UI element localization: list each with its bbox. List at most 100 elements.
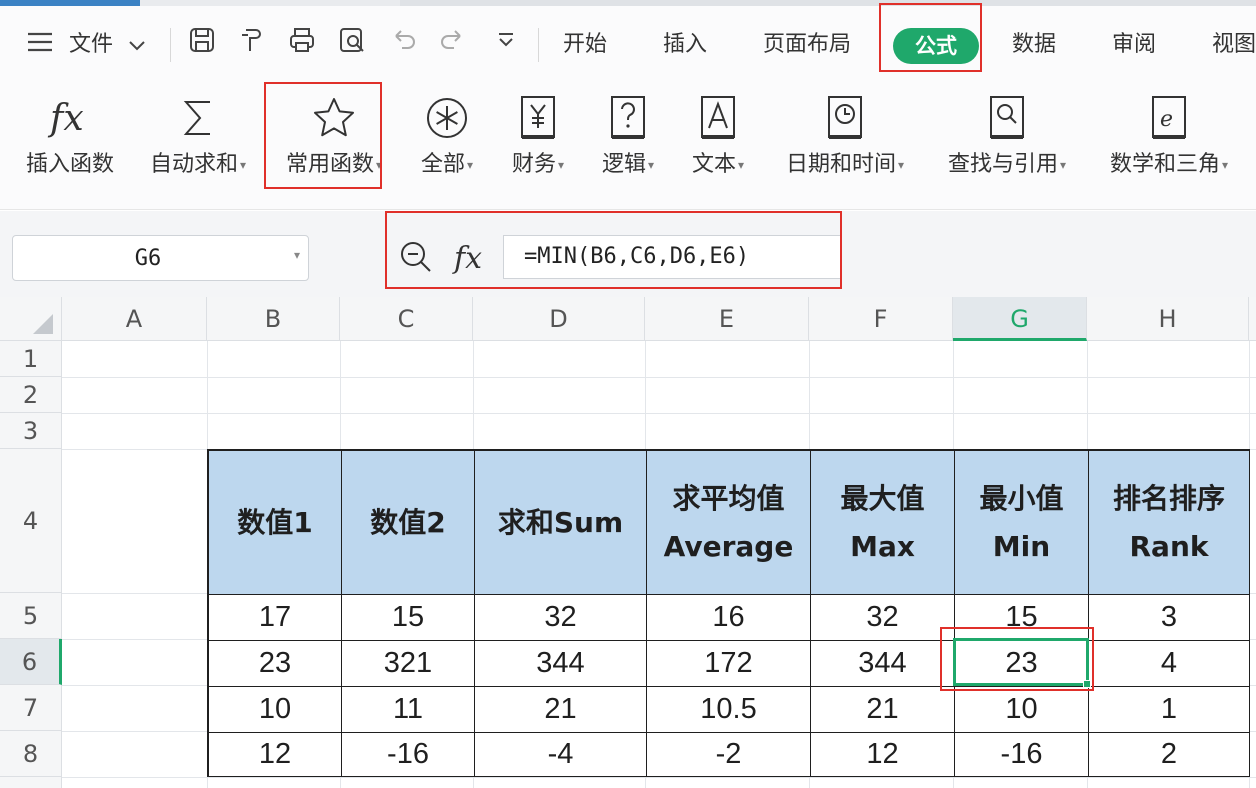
- logical-label: 逻辑: [601, 152, 646, 177]
- table-cell[interactable]: -16: [955, 733, 1089, 777]
- lookup-reference-button[interactable]: 查找与引用 ▾: [936, 90, 1078, 178]
- math-trig-button[interactable]: e 数学和三角 ▾: [1098, 90, 1240, 178]
- caret-down-icon[interactable]: ▾: [558, 158, 564, 172]
- table-cell[interactable]: 11: [342, 687, 475, 733]
- active-cell-highlight: [940, 627, 1094, 691]
- separator: [170, 28, 171, 62]
- undo-icon: [395, 30, 415, 49]
- row-header-6[interactable]: 6: [0, 639, 62, 685]
- header-line: 排名排序: [1112, 481, 1225, 515]
- table-cell[interactable]: -2: [647, 733, 811, 777]
- table-cell[interactable]: 32: [811, 595, 955, 641]
- caret-down-icon[interactable]: ▾: [1060, 158, 1066, 172]
- row-header-3[interactable]: 3: [0, 413, 62, 449]
- save-button[interactable]: [188, 26, 220, 62]
- financial-label: 财务: [511, 152, 556, 177]
- redo-icon: [441, 30, 461, 49]
- name-box[interactable]: G6 ▾: [12, 235, 309, 281]
- column-header-c[interactable]: C: [340, 297, 473, 341]
- tab-home[interactable]: 开始: [563, 26, 607, 58]
- table-cell[interactable]: -16: [342, 733, 475, 777]
- date-time-functions-button[interactable]: 日期和时间 ▾: [774, 90, 916, 178]
- column-header-b[interactable]: B: [207, 297, 340, 341]
- column-header-f[interactable]: F: [809, 297, 953, 341]
- table-cell[interactable]: 17: [209, 595, 342, 641]
- table-cell[interactable]: 10.5: [647, 687, 811, 733]
- format-painter-button[interactable]: [238, 26, 270, 62]
- table-cell[interactable]: 3: [1089, 595, 1250, 641]
- row-header-8[interactable]: 8: [0, 731, 62, 777]
- caret-down-icon[interactable]: ▾: [294, 248, 300, 262]
- table-header-cell[interactable]: 最大值 Max: [811, 451, 955, 595]
- print-preview-icon: [340, 28, 364, 52]
- table-cell[interactable]: 32: [475, 595, 647, 641]
- table-cell[interactable]: 21: [811, 687, 955, 733]
- table-cell[interactable]: 10: [209, 687, 342, 733]
- print-button[interactable]: [288, 26, 320, 62]
- autosum-button[interactable]: 自动求和 ▾: [140, 90, 256, 178]
- row-header-1[interactable]: 1: [0, 341, 62, 377]
- caret-down-icon[interactable]: ▾: [738, 158, 744, 172]
- table-cell[interactable]: 2: [1089, 733, 1250, 777]
- math-trig-label: 数学和三角: [1109, 152, 1220, 177]
- tab-page-layout[interactable]: 页面布局: [763, 26, 851, 58]
- header-line: 求平均值: [672, 481, 785, 515]
- table-cell[interactable]: 21: [475, 687, 647, 733]
- table-cell[interactable]: 23: [209, 641, 342, 687]
- table-cell[interactable]: 344: [475, 641, 647, 687]
- table-cell[interactable]: 1: [1089, 687, 1250, 733]
- formula-tab-highlight: [879, 3, 982, 72]
- table-cell[interactable]: 4: [1089, 641, 1250, 687]
- header-line: 数值2: [370, 505, 446, 539]
- table-cell[interactable]: 12: [811, 733, 955, 777]
- row-header-7[interactable]: 7: [0, 685, 62, 731]
- column-header-h[interactable]: H: [1087, 297, 1249, 341]
- caret-down-icon[interactable]: ▾: [240, 158, 246, 172]
- worksheet-grid[interactable]: A B C D E F G H 1 2 3 4 5 6 7 8 数值1 数值2 …: [0, 297, 1256, 788]
- quick-access-dropdown[interactable]: [492, 26, 524, 62]
- logical-functions-button[interactable]: 逻辑 ▾: [592, 90, 664, 178]
- name-box-value: G6: [134, 246, 162, 271]
- table-header-cell[interactable]: 求平均值 Average: [647, 451, 811, 595]
- table-cell[interactable]: -4: [475, 733, 647, 777]
- table-header-cell[interactable]: 数值2: [342, 451, 475, 595]
- caret-down-icon[interactable]: ▾: [648, 158, 654, 172]
- table-header-cell[interactable]: 最小值 Min: [955, 451, 1089, 595]
- select-all-corner[interactable]: [0, 297, 62, 341]
- column-header-d[interactable]: D: [473, 297, 645, 341]
- tab-view[interactable]: 视图: [1212, 26, 1256, 58]
- table-cell[interactable]: 15: [342, 595, 475, 641]
- tab-insert[interactable]: 插入: [663, 26, 707, 58]
- table-cell[interactable]: 12: [209, 733, 342, 777]
- table-header-cell[interactable]: 求和Sum: [475, 451, 647, 595]
- redo-button[interactable]: [438, 26, 470, 62]
- table-header-cell[interactable]: 数值1: [209, 451, 342, 595]
- header-line: Average: [663, 529, 794, 563]
- text-functions-button[interactable]: 文本 ▾: [682, 90, 754, 178]
- column-header-a[interactable]: A: [62, 297, 207, 341]
- column-header-e[interactable]: E: [645, 297, 809, 341]
- table-cell[interactable]: 321: [342, 641, 475, 687]
- row-header-9[interactable]: [0, 777, 62, 788]
- all-functions-button[interactable]: 全部 ▾: [410, 90, 484, 178]
- row-header-5[interactable]: 5: [0, 593, 62, 639]
- column-header-i[interactable]: [1249, 297, 1256, 341]
- table-cell[interactable]: 344: [811, 641, 955, 687]
- tab-data[interactable]: 数据: [1012, 26, 1056, 58]
- print-preview-button[interactable]: [338, 26, 370, 62]
- table-cell[interactable]: 16: [647, 595, 811, 641]
- caret-down-icon[interactable]: ▾: [898, 158, 904, 172]
- caret-down-icon[interactable]: ▾: [467, 158, 473, 172]
- table-header-cell[interactable]: 排名排序 Rank: [1089, 451, 1250, 595]
- row-header-4[interactable]: 4: [0, 449, 62, 593]
- tab-review[interactable]: 审阅: [1112, 26, 1156, 58]
- caret-down-icon[interactable]: ▾: [1222, 158, 1228, 172]
- table-cell[interactable]: 10: [955, 687, 1089, 733]
- financial-functions-button[interactable]: 财务 ▾: [502, 90, 574, 178]
- file-menu[interactable]: 文件: [26, 26, 146, 59]
- table-cell[interactable]: 172: [647, 641, 811, 687]
- column-header-g[interactable]: G: [953, 297, 1087, 341]
- row-header-2[interactable]: 2: [0, 377, 62, 413]
- insert-function-button[interactable]: fx 插入函数: [20, 90, 120, 178]
- undo-button[interactable]: [390, 26, 422, 62]
